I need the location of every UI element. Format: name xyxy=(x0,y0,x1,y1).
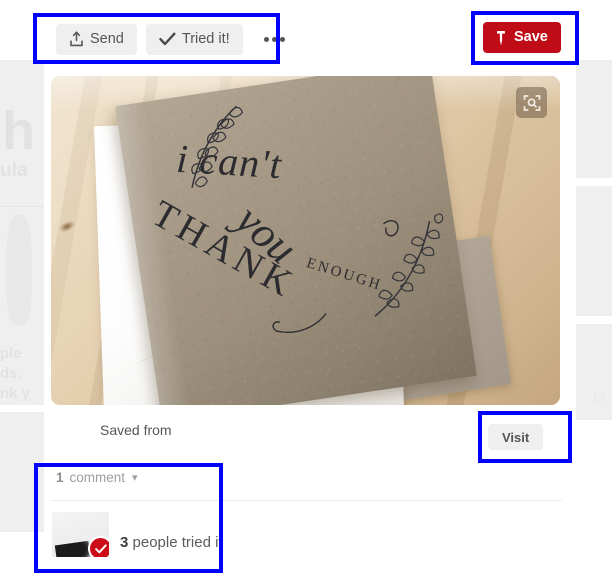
pin-detail-card: Send Tried it! Save i can't THANK you EN… xyxy=(44,0,576,581)
kraft-greeting-card: i can't THANK you ENOUGH xyxy=(115,76,477,405)
background-right-panel-mid xyxy=(576,186,612,316)
background-right-panel-lower xyxy=(576,324,612,420)
pushpin-icon xyxy=(494,30,508,46)
leaf-sprig-top-left xyxy=(191,105,244,188)
ellipsis-icon xyxy=(263,36,287,42)
comment-label: comment xyxy=(69,470,126,485)
visit-button[interactable]: Visit xyxy=(488,424,544,450)
thank-you-card-photo: i can't THANK you ENOUGH xyxy=(51,76,560,405)
background-text-fragment-right: 19 xyxy=(592,390,606,404)
background-thumbnail-placeholder xyxy=(6,215,32,325)
comment-divider xyxy=(50,500,562,501)
comment-count: 1 xyxy=(56,470,64,485)
tried-it-check-badge xyxy=(88,536,109,557)
background-left-panel-lower xyxy=(0,412,44,532)
tried-it-label: people tried it xyxy=(132,534,223,551)
background-text-fragment-ds: ds, xyxy=(0,365,22,382)
zoom-magnifier-icon[interactable] xyxy=(516,87,547,118)
share-upload-icon xyxy=(69,31,84,47)
chevron-down-icon: ▾ xyxy=(132,472,138,484)
save-button-label: Save xyxy=(514,29,548,46)
pin-closeup-screenshot: h ula ple ds, nk y 19 ‹‹ Send Tried it! … xyxy=(0,0,612,581)
tried-it-button[interactable]: Tried it! xyxy=(145,23,243,55)
background-heading-fragment: h xyxy=(2,101,34,161)
comment-count-toggle[interactable]: 1 comment ▾ xyxy=(56,470,138,485)
tried-it-button-label: Tried it! xyxy=(181,30,230,47)
saved-from-label: Saved from xyxy=(100,422,172,438)
background-text-fragment-ula: ula xyxy=(0,160,28,181)
send-button-label: Send xyxy=(90,30,124,47)
background-left-panel xyxy=(0,60,44,405)
tried-it-count-text: 3 people tried it xyxy=(120,534,223,557)
send-button[interactable]: Send xyxy=(56,23,137,55)
pin-action-toolbar: Send Tried it! xyxy=(56,22,293,56)
tried-it-summary-row[interactable]: 3 people tried it xyxy=(52,512,223,557)
pin-image[interactable]: i can't THANK you ENOUGH xyxy=(51,76,560,405)
commenter-photo-thumbnail[interactable] xyxy=(52,512,109,557)
lettering-flourish xyxy=(272,220,399,333)
tried-it-count: 3 xyxy=(120,534,129,551)
checkmark-icon xyxy=(159,32,176,46)
save-button[interactable]: Save xyxy=(483,22,561,53)
background-text-fragment-ple: ple xyxy=(0,345,22,362)
background-chevron-icon: ‹‹ xyxy=(580,248,595,273)
background-divider xyxy=(0,206,44,207)
more-options-button[interactable] xyxy=(257,24,293,55)
background-right-panel xyxy=(576,60,612,178)
background-text-fragment-nky: nk y xyxy=(0,385,31,402)
